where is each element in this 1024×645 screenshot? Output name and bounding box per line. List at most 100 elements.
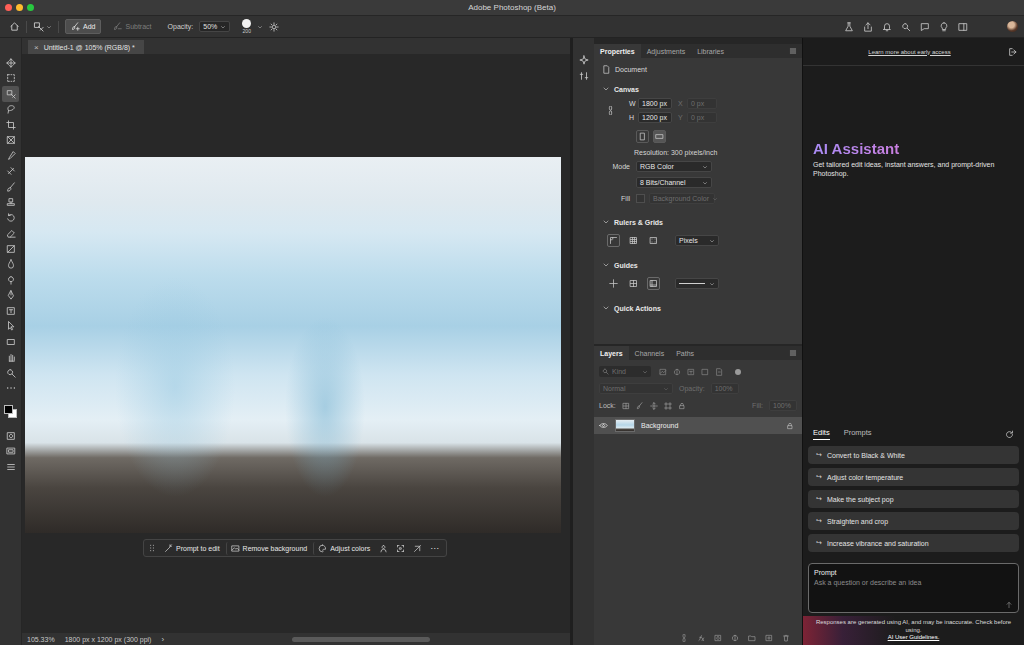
tool-button[interactable] (2, 272, 19, 288)
zoom-window-button[interactable] (27, 4, 34, 11)
object-select-icon[interactable] (33, 21, 44, 32)
layer-action-button[interactable] (765, 634, 773, 642)
tool-button[interactable] (2, 381, 19, 397)
layer-action-button[interactable] (748, 634, 756, 642)
visibility-toggle[interactable] (599, 421, 609, 430)
layer-action-button[interactable] (782, 634, 790, 642)
color-swatches[interactable] (3, 404, 19, 420)
tool-button[interactable] (2, 102, 19, 118)
exit-icon[interactable] (1008, 47, 1018, 57)
units-dropdown[interactable]: Pixels (675, 235, 719, 246)
tool-button[interactable] (2, 365, 19, 381)
taskbar-icon-button[interactable] (376, 542, 391, 555)
tool-button[interactable] (2, 86, 19, 102)
layer-filter-button[interactable] (701, 368, 709, 376)
taskbar-icon-button[interactable] (410, 542, 425, 555)
panel-tab[interactable]: Properties (594, 44, 641, 58)
menu-icon[interactable] (789, 47, 797, 55)
ruler-grid-toggle[interactable] (627, 234, 640, 247)
lock-button[interactable] (650, 402, 658, 410)
dimension-field[interactable]: X0 px (678, 98, 717, 109)
tool-button[interactable] (2, 164, 19, 180)
tool-button[interactable] (2, 55, 19, 71)
assistant-tab[interactable]: Prompts (844, 428, 872, 440)
guidelines-link[interactable]: AI User Guidelines. (888, 634, 940, 641)
filter-toggle[interactable] (735, 369, 741, 375)
layer-filter-button[interactable] (687, 368, 695, 376)
lock-button[interactable] (622, 402, 630, 410)
panel-tab[interactable]: Channels (629, 346, 671, 360)
dimension-field[interactable]: H1200 px (629, 112, 672, 123)
tool-button[interactable] (2, 350, 19, 366)
app-action-button[interactable] (920, 22, 930, 32)
taskbar-button[interactable]: Adjust colors (313, 542, 374, 555)
fill-dropdown[interactable]: Background Color (649, 193, 715, 204)
brush-size-picker[interactable]: 200 (242, 19, 251, 34)
layer-filter-button[interactable] (673, 368, 681, 376)
link-icon[interactable] (606, 106, 615, 115)
taskbar-icon-button[interactable] (393, 542, 408, 555)
tool-button[interactable] (2, 428, 19, 444)
lock-button[interactable] (636, 402, 644, 410)
lock-button[interactable] (664, 402, 672, 410)
bit-depth-dropdown[interactable]: 8 Bits/Channel (636, 177, 712, 188)
tool-button[interactable] (2, 133, 19, 149)
exit-button[interactable] (1008, 47, 1018, 57)
panels-icon[interactable] (958, 22, 968, 32)
layer-row[interactable]: Background (594, 417, 802, 434)
guide-toggle[interactable] (607, 277, 620, 290)
ruler-grid-toggle[interactable] (647, 234, 660, 247)
tool-button[interactable] (2, 226, 19, 242)
selection-mode-button[interactable]: Subtract (107, 19, 157, 34)
mode-dropdown[interactable]: RGB Color (636, 161, 712, 172)
panel-tab[interactable]: Libraries (691, 44, 730, 58)
horizontal-scrollbar[interactable] (292, 637, 430, 642)
adjust-panel-icon[interactable] (579, 71, 589, 81)
bulb-icon[interactable] (939, 22, 949, 32)
home-icon[interactable] (9, 21, 20, 32)
ruler-grid-toggle[interactable] (607, 234, 620, 247)
guide-toggle[interactable] (647, 277, 660, 290)
refresh-icon[interactable] (1005, 430, 1014, 439)
tool-button[interactable] (2, 117, 19, 133)
refresh-button[interactable] (1005, 430, 1014, 439)
status-menu-arrow[interactable]: › (161, 635, 164, 644)
app-action-button[interactable] (958, 22, 968, 32)
app-action-button[interactable] (939, 22, 949, 32)
flask-icon[interactable] (844, 22, 854, 32)
dimension-field[interactable]: Y0 px (678, 112, 717, 123)
suggestion-item[interactable]: ↪Convert to Black & White (808, 446, 1019, 464)
blend-mode-dropdown[interactable]: Normal (599, 383, 673, 394)
settings-button[interactable] (269, 22, 279, 32)
close-tab-button[interactable]: × (34, 43, 39, 52)
tool-button[interactable] (2, 241, 19, 257)
search-icon[interactable] (901, 22, 911, 32)
opacity-field[interactable]: 50% (199, 21, 230, 32)
panel-tab[interactable]: Adjustments (641, 44, 692, 58)
taskbar-more-button[interactable]: ··· (427, 543, 442, 553)
layer-filter-button[interactable] (715, 368, 723, 376)
fill-swatch[interactable] (636, 194, 645, 203)
canvas-photo[interactable] (25, 157, 561, 533)
tool-button[interactable] (2, 303, 19, 319)
tool-preset-picker[interactable] (33, 21, 52, 32)
early-access-link[interactable]: Learn more about early access (811, 49, 1008, 55)
tool-button[interactable] (2, 444, 19, 460)
layer-filter-button[interactable] (659, 368, 667, 376)
section-header[interactable]: Quick Actions (602, 302, 794, 314)
portrait-button[interactable] (636, 130, 649, 143)
app-action-button[interactable] (901, 22, 911, 32)
send-icon[interactable] (1005, 601, 1013, 609)
tool-button[interactable] (2, 195, 19, 211)
app-action-button[interactable] (844, 22, 854, 32)
taskbar-handle[interactable] (148, 544, 156, 552)
suggestion-item[interactable]: ↪Adjust color temperature (808, 468, 1019, 486)
tool-button[interactable] (2, 210, 19, 226)
landscape-button[interactable] (653, 130, 666, 143)
caret-icon[interactable] (257, 24, 263, 30)
layer-action-button[interactable] (714, 634, 722, 642)
panel-button[interactable] (579, 55, 589, 65)
layer-opacity-field[interactable]: 100% (711, 383, 739, 394)
assistant-tab[interactable]: Edits (813, 428, 830, 440)
taskbar-button[interactable]: Prompt to edit (160, 542, 224, 555)
